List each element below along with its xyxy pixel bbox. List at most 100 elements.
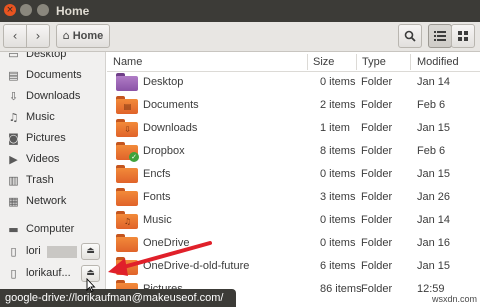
sidebar-item-desktop[interactable]: ▭ Desktop — [0, 52, 105, 65]
file-name: Downloads — [143, 122, 198, 134]
sync-check-icon: ✓ — [129, 152, 139, 162]
sidebar-item-label: lorikauf... — [26, 267, 71, 279]
file-size: 0 items — [320, 76, 356, 88]
back-button[interactable]: ‹ — [3, 24, 27, 48]
toolbar: ‹ › ⌂ Home — [0, 22, 480, 52]
sidebar-item-label: Network — [26, 195, 67, 207]
file-size: 0 items — [320, 214, 356, 226]
drive-icon: ▯ — [10, 267, 17, 280]
music-folder-icon: ♫ — [116, 211, 138, 229]
close-icon: × — [6, 5, 14, 15]
sidebar-item-label: lori — [26, 245, 41, 257]
file-type: Folder — [361, 122, 393, 134]
forward-button[interactable]: › — [26, 24, 50, 48]
file-name: Fonts — [143, 191, 171, 203]
dropbox-folder-icon: ✓ — [116, 142, 139, 162]
title-bar: × Home — [0, 0, 480, 22]
sidebar-item-pictures[interactable]: ◙ Pictures — [0, 129, 105, 149]
folder-icon — [116, 234, 138, 252]
sidebar-item-label: Music — [26, 111, 55, 123]
home-path-button[interactable]: ⌂ Home — [56, 24, 110, 48]
file-size: 0 items — [320, 237, 356, 249]
column-header-type[interactable]: Type — [362, 56, 386, 68]
file-modified: Jan 14 — [417, 214, 451, 226]
sidebar-item-label: Computer — [26, 223, 75, 235]
close-window-button[interactable]: × — [4, 4, 16, 16]
column-header-modified[interactable]: Modified — [417, 56, 459, 68]
status-text: google-drive://lorikaufman@makeuseof.com… — [5, 292, 224, 304]
drive-icon: ▯ — [10, 245, 17, 258]
folder-icon — [116, 257, 138, 275]
file-size: 8 items — [320, 145, 356, 157]
file-row[interactable]: OneDrive-d-old-future 6 items Folder Jan… — [107, 255, 480, 278]
column-header-name[interactable]: Name — [113, 56, 142, 68]
file-type: Folder — [361, 260, 393, 272]
file-size: 86 items — [320, 283, 362, 295]
sidebar-item-network[interactable]: ▦ Network — [0, 192, 105, 212]
sidebar-item-documents[interactable]: ▤ Documents — [0, 66, 105, 86]
file-modified: Jan 16 — [417, 237, 451, 249]
list-view-icon — [434, 31, 446, 41]
mouse-pointer-icon — [86, 278, 96, 292]
file-name: OneDrive-d-old-future — [143, 260, 250, 272]
file-modified: Feb 6 — [417, 99, 446, 111]
eject-button[interactable]: ⏏ — [81, 243, 100, 260]
home-icon: ⌂ — [62, 29, 70, 42]
file-row[interactable]: ⇩ Downloads 1 item Folder Jan 15 — [107, 117, 480, 140]
sidebar-item-label: Downloads — [26, 90, 81, 102]
minimize-window-button[interactable] — [20, 4, 32, 16]
file-modified: Jan 26 — [417, 191, 451, 203]
file-row[interactable]: ✓ Dropbox 8 items Folder Feb 6 — [107, 140, 480, 163]
home-path-label: Home — [72, 30, 104, 42]
file-size: 2 items — [320, 99, 356, 111]
places-sidebar: ▭ Desktop ▤ Documents ⇩ Downloads ♫ Musi… — [0, 52, 106, 290]
file-modified: Jan 15 — [417, 122, 451, 134]
file-row[interactable]: ♫ Music 0 items Folder Jan 14 — [107, 209, 480, 232]
sidebar-item-downloads[interactable]: ⇩ Downloads — [0, 87, 105, 107]
list-view-button[interactable] — [428, 24, 452, 48]
sidebar-item-trash[interactable]: ▥ Trash — [0, 171, 105, 191]
grid-view-button[interactable] — [451, 24, 475, 48]
file-name: Music — [143, 214, 172, 226]
file-name: Documents — [143, 99, 199, 111]
column-divider — [410, 54, 411, 70]
column-header-size[interactable]: Size — [313, 56, 334, 68]
file-modified: Jan 14 — [417, 76, 451, 88]
sidebar-item-label: Trash — [26, 174, 54, 186]
file-size: 6 items — [320, 260, 356, 272]
file-type: Folder — [361, 214, 393, 226]
file-type: Folder — [361, 283, 393, 295]
search-button[interactable] — [398, 24, 422, 48]
file-type: Folder — [361, 99, 393, 111]
network-icon: ▦ — [8, 195, 19, 208]
file-name: Dropbox — [143, 145, 185, 157]
desktop-icon: ▭ — [8, 52, 19, 61]
maximize-window-button[interactable] — [37, 4, 49, 16]
computer-icon: ▬ — [8, 223, 19, 236]
sidebar-item-label: Desktop — [26, 52, 67, 60]
column-divider — [356, 54, 357, 70]
chevron-left-icon: ‹ — [12, 29, 18, 43]
file-size: 0 items — [320, 168, 356, 180]
column-divider — [307, 54, 308, 70]
sidebar-item-videos[interactable]: ▶ Videos — [0, 150, 105, 170]
file-row[interactable]: OneDrive 0 items Folder Jan 16 — [107, 232, 480, 255]
file-modified: Jan 15 — [417, 168, 451, 180]
file-row[interactable]: Fonts 3 items Folder Jan 26 — [107, 186, 480, 209]
desktop-folder-icon — [116, 73, 138, 91]
documents-folder-icon: ▤ — [116, 96, 138, 114]
status-tooltip: google-drive://lorikaufman@makeuseof.com… — [0, 289, 236, 307]
document-icon: ▤ — [8, 69, 19, 82]
file-type: Folder — [361, 191, 393, 203]
column-headers: Name Size Type Modified — [107, 52, 480, 72]
video-icon: ▶ — [9, 153, 18, 166]
sidebar-item-computer[interactable]: ▬ Computer — [0, 220, 105, 240]
file-row[interactable]: Encfs 0 items Folder Jan 15 — [107, 163, 480, 186]
search-icon — [404, 30, 416, 42]
file-name: OneDrive — [143, 237, 190, 249]
chevron-right-icon: › — [35, 29, 41, 43]
file-row[interactable]: ▤ Documents 2 items Folder Feb 6 — [107, 94, 480, 117]
file-row[interactable]: Desktop 0 items Folder Jan 14 — [107, 71, 480, 94]
sidebar-item-music[interactable]: ♫ Music — [0, 108, 105, 128]
file-list-view: Name Size Type Modified Desktop 0 items … — [107, 52, 480, 298]
